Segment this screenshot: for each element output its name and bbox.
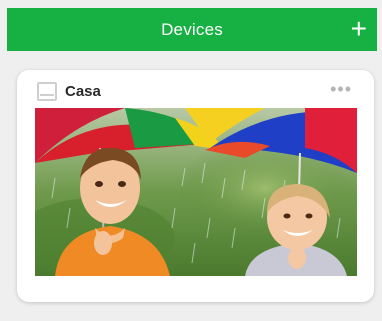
camera-preview-image[interactable] [35,108,357,276]
app-header: Devices + [7,8,377,51]
device-name: Casa [65,82,101,100]
device-card-header: Casa [37,80,101,102]
camera-icon [37,81,57,101]
more-options-button[interactable]: ••• [330,80,352,98]
device-card[interactable]: Casa ••• [17,70,374,302]
add-device-button[interactable]: + [351,14,367,44]
page-title: Devices [161,19,223,39]
